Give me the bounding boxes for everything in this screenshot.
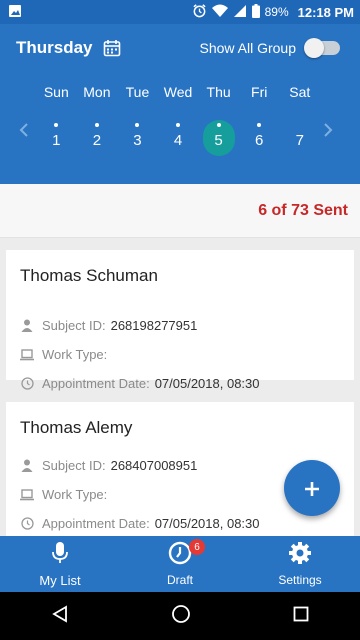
date-cell[interactable]: 4	[158, 120, 199, 160]
clock-icon	[20, 517, 34, 530]
nav-settings[interactable]: Settings	[240, 536, 360, 592]
appointment-label: Appointment Date:	[42, 376, 150, 391]
date-cell-selected[interactable]: 5	[198, 120, 239, 160]
nav-my-list-label: My List	[39, 572, 81, 588]
gear-icon	[288, 541, 312, 570]
work-type-label: Work Type:	[42, 487, 108, 502]
subject-label: Subject ID:	[42, 318, 106, 333]
show-all-group-label: Show All Group	[199, 40, 297, 56]
subject-id: 268198277951	[110, 318, 198, 333]
microphone-icon	[51, 541, 69, 570]
nav-settings-label: Settings	[278, 573, 322, 587]
date-cell[interactable]: 2	[77, 120, 118, 160]
battery-percent: 89%	[264, 5, 289, 19]
date-number: 6	[255, 132, 264, 149]
calendar-header: Thursday Show All Group Sun Mon Tue Wed …	[0, 24, 360, 184]
appointment-row: Appointment Date: 07/05/2018, 08:30	[20, 376, 260, 391]
weekday-label: Sat	[289, 84, 311, 100]
nav-draft[interactable]: 6 Draft	[120, 536, 240, 592]
subject-label: Subject ID:	[42, 458, 106, 473]
weekday-label: Mon	[83, 84, 111, 100]
date-number: 2	[92, 132, 102, 149]
weekday-label: Tue	[125, 84, 150, 100]
system-navigation-bar	[0, 592, 360, 640]
work-type-row: Work Type:	[20, 347, 112, 362]
appointment-card[interactable]: Thomas Schuman Subject ID: 268198277951 …	[6, 250, 354, 391]
sent-count: 6 of 73 Sent	[258, 201, 348, 219]
work-type-label: Work Type:	[42, 347, 108, 362]
day-title: Thursday	[16, 38, 93, 57]
date-cell[interactable]: 7	[279, 120, 320, 160]
date-cell[interactable]: 6	[239, 120, 280, 160]
date-row: 1 2 3 4 5 6 7	[36, 120, 320, 160]
date-number: 4	[173, 132, 183, 149]
weekday-label: Fri	[251, 84, 268, 100]
image-notification-icon	[8, 4, 22, 21]
status-bar: 89% 12:18 PM	[0, 0, 360, 24]
home-icon[interactable]	[171, 604, 191, 629]
date-cell[interactable]: 1	[36, 120, 77, 160]
weekday-row: Sun Mon Tue Wed Thu Fri Sat	[36, 84, 320, 100]
toggle-knob	[304, 38, 324, 58]
laptop-icon	[20, 488, 34, 501]
weekday-label: Sun	[43, 84, 69, 100]
alarm-icon	[192, 3, 207, 21]
date-cell[interactable]: 3	[117, 120, 158, 160]
person-icon	[20, 459, 34, 472]
event-dot	[257, 123, 262, 127]
add-button[interactable]	[284, 460, 340, 516]
clock-icon	[20, 377, 34, 390]
appointment-row: Appointment Date: 07/05/2018, 08:30	[20, 516, 260, 531]
calendar-icon[interactable]	[103, 39, 121, 57]
appointment-label: Appointment Date:	[42, 516, 150, 531]
weekday-label: Thu	[206, 84, 231, 100]
person-icon	[20, 319, 34, 332]
plus-icon	[304, 473, 320, 504]
subject-row: Subject ID: 268407008951	[20, 458, 197, 473]
event-dot	[176, 123, 181, 127]
show-all-group-toggle[interactable]	[304, 38, 340, 58]
recents-icon[interactable]	[293, 606, 309, 627]
date-number: 3	[133, 132, 142, 149]
sent-summary: 6 of 73 Sent	[0, 184, 360, 238]
bottom-navigation: My List 6 Draft Settings	[0, 536, 360, 592]
chevron-right-icon[interactable]	[320, 120, 336, 140]
wifi-icon	[211, 4, 228, 21]
nav-my-list[interactable]: My List	[0, 536, 120, 592]
date-number: 5	[214, 132, 223, 149]
event-dot	[94, 123, 99, 127]
weekday-label: Wed	[163, 84, 193, 100]
date-number: 1	[52, 132, 61, 149]
draft-count-badge: 6	[189, 539, 205, 555]
customer-name: Thomas Schuman	[20, 266, 158, 285]
event-dot	[216, 123, 221, 127]
subject-row: Subject ID: 268198277951	[20, 318, 197, 333]
date-number: 7	[295, 132, 304, 149]
clock: 12:18 PM	[297, 4, 354, 20]
nav-draft-label: Draft	[166, 573, 193, 587]
laptop-icon	[20, 348, 34, 361]
event-dot	[135, 123, 140, 127]
subject-id: 268407008951	[110, 458, 198, 473]
appointment-date: 07/05/2018, 08:30	[154, 516, 260, 531]
chevron-left-icon[interactable]	[16, 120, 32, 140]
battery-icon	[251, 3, 260, 21]
event-dot	[54, 123, 59, 127]
customer-name: Thomas Alemy	[20, 418, 133, 437]
appointment-date: 07/05/2018, 08:30	[154, 376, 260, 391]
back-icon[interactable]	[51, 604, 69, 628]
signal-icon	[233, 4, 247, 21]
work-type-row: Work Type:	[20, 487, 112, 502]
